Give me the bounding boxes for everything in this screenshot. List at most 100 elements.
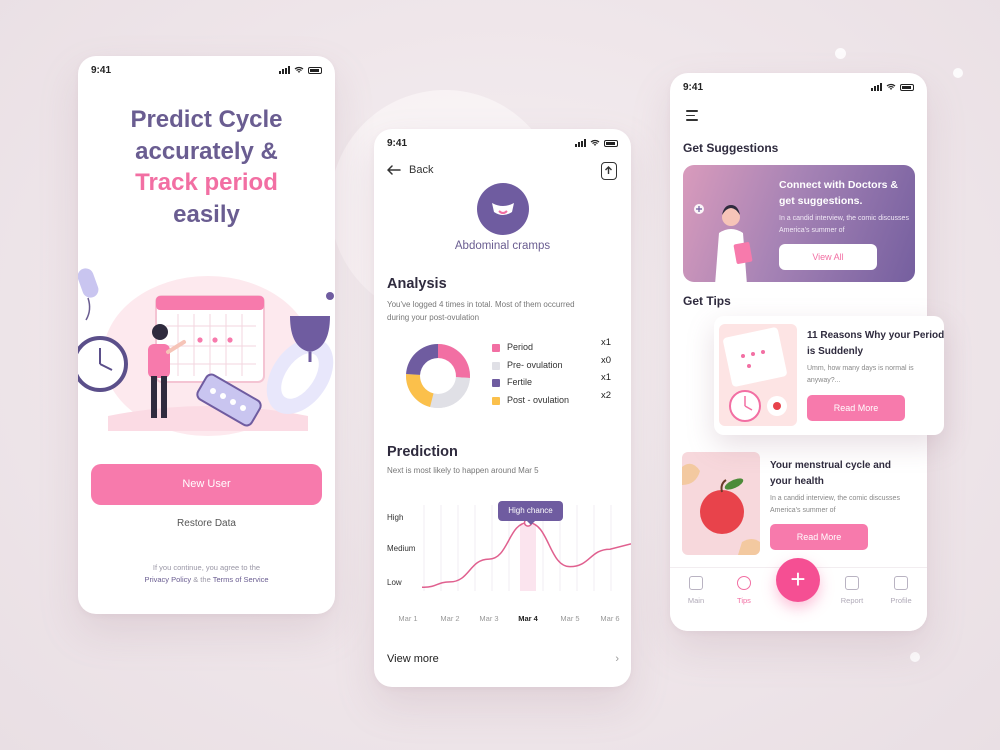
upload-icon: [605, 166, 612, 174]
symptom-analysis-screen: 9:41 Back Abdominal cramps Analysis You'…: [374, 129, 631, 687]
x-tick-label: Mar 1: [398, 614, 418, 623]
period-tracking-illustration: [78, 268, 334, 436]
status-bar: 9:41: [670, 73, 927, 101]
background-bubble: [910, 652, 920, 662]
battery-icon: [900, 84, 914, 91]
nav-main[interactable]: Main: [676, 576, 716, 605]
apple-illustration: [682, 463, 760, 555]
status-time: 9:41: [683, 82, 704, 93]
status-time: 9:41: [387, 138, 408, 149]
terms-of-service-link[interactable]: Terms of Service: [213, 575, 269, 584]
tip2-read-more-button[interactable]: Read More: [770, 524, 868, 550]
tip2-description: In a candid interview, the comic discuss…: [770, 495, 900, 514]
status-bar: 9:41: [78, 56, 335, 84]
legend-count: x1: [600, 372, 611, 383]
doctor-illustration: [694, 204, 753, 282]
add-button[interactable]: +: [776, 558, 820, 602]
wifi-icon: [590, 139, 600, 146]
restore-data-link[interactable]: Restore Data: [78, 518, 335, 529]
donut-slice-post-ovulation: [406, 373, 434, 407]
prediction-description: Next is most likely to happen around Mar…: [387, 466, 539, 475]
share-button[interactable]: [601, 162, 617, 180]
legend-count: x2: [600, 389, 611, 401]
wifi-icon: [294, 66, 304, 73]
hero-line-2: accurately &: [135, 137, 278, 165]
hero-line-4: easily: [173, 200, 240, 228]
battery-icon: [604, 140, 618, 147]
cramps-icon: [492, 203, 514, 215]
legend-count: x1: [600, 337, 611, 348]
x-tick-label-selected[interactable]: Mar 4: [518, 614, 538, 623]
terms-links-line: Privacy Policy & the Terms of Service: [78, 574, 335, 586]
symptom-name: Abdominal cramps: [454, 240, 551, 252]
tips-heading: Get Tips: [683, 294, 731, 308]
tip1-card[interactable]: 11 Reasons Why your Period is Suddenly U…: [714, 316, 944, 435]
nav-report[interactable]: Report: [832, 576, 872, 605]
highlight-column: [520, 525, 536, 591]
background-bubble: [835, 48, 846, 59]
analysis-legend: Period x1 Pre- ovulation x0 Fertile x1 P…: [492, 337, 622, 412]
high-chance-tooltip: High chance: [498, 501, 563, 525]
back-label: Back: [409, 164, 434, 176]
view-more-label: View more: [387, 653, 439, 665]
legend-swatch: [492, 396, 500, 405]
doctor-card-description: In a candid interview, the comic discuss…: [779, 215, 909, 234]
legend-label: Fertile: [507, 377, 533, 387]
nav-tips[interactable]: Tips: [724, 576, 764, 605]
bottom-navigation: Main Tips Report Profile +: [670, 558, 927, 631]
new-user-button[interactable]: New User: [91, 464, 322, 505]
status-bar: 9:41: [374, 129, 631, 157]
tip1-read-more-button[interactable]: Read More: [807, 395, 905, 421]
status-icons: [279, 66, 322, 74]
hero-line-3: Track period: [135, 169, 278, 196]
nav-report-label: Report: [840, 596, 864, 605]
nav-profile[interactable]: Profile: [881, 576, 921, 605]
doctor-suggestion-card[interactable]: Connect with Doctors & get suggestions. …: [683, 165, 915, 282]
prediction-heading: Prediction: [387, 444, 458, 460]
analysis-donut-chart: [406, 344, 470, 408]
hero-line-1: Predict Cycle: [130, 106, 283, 133]
view-more-row[interactable]: View more ›: [387, 653, 619, 665]
onboarding-screen: 9:41 Predict Cycle accurately & Track pe…: [78, 56, 335, 614]
signal-icon: [575, 139, 586, 147]
terms-notice: If you continue, you agree to the Privac…: [78, 562, 335, 586]
tip1-description: Umm, how many days is normal is anyway?.…: [807, 365, 914, 384]
battery-icon: [308, 67, 322, 74]
x-tick-label: Mar 2: [440, 614, 460, 623]
view-all-button[interactable]: View All: [779, 244, 877, 270]
wifi-icon: [886, 83, 896, 90]
legend-count: x0: [600, 354, 611, 366]
tampon-icon: [78, 268, 99, 298]
legend-label: Post - ovulation: [507, 394, 570, 405]
calendar-clock-illustration: [723, 327, 787, 422]
tip2-title[interactable]: Your menstrual cycle and your health: [770, 458, 910, 490]
terms-prefix: If you continue, you agree to the: [152, 563, 261, 572]
back-button[interactable]: Back: [387, 164, 433, 176]
suggestions-heading: Get Suggestions: [683, 141, 779, 155]
menu-icon[interactable]: [686, 110, 698, 124]
status-time: 9:41: [91, 65, 112, 76]
privacy-policy-link[interactable]: Privacy Policy: [144, 575, 191, 584]
x-tick-label: Mar 5: [560, 614, 580, 623]
donut-slice-period: [438, 344, 470, 379]
donut-slice-pre-ovulation: [430, 377, 470, 408]
nav-main-label: Main: [687, 596, 705, 605]
arrow-left-icon: [387, 165, 401, 175]
apple-tip-image: [682, 452, 760, 555]
legend-row-post-ovulation: Post - ovulation x2: [492, 390, 622, 412]
signal-icon: [871, 83, 882, 91]
analysis-heading: Analysis: [387, 276, 447, 292]
lotus-icon: [689, 576, 703, 590]
analysis-description: You've logged 4 times in total. Most of …: [387, 300, 575, 322]
donut-slice-fertile: [406, 344, 438, 375]
doctor-card-title: Connect with Doctors & get suggestions.: [779, 179, 899, 207]
legend-label: Pre- ovulation: [507, 359, 563, 370]
legend-swatch: [492, 344, 500, 352]
signal-icon: [279, 66, 290, 74]
legend-swatch: [492, 379, 500, 387]
status-icons: [575, 139, 618, 147]
tip1-title[interactable]: 11 Reasons Why your Period is Suddenly: [807, 328, 947, 360]
profile-icon: [894, 576, 908, 590]
legend-label: Period: [507, 342, 534, 352]
tips-screen: 9:41 Get Suggestions Connect with Doctor…: [670, 73, 944, 631]
